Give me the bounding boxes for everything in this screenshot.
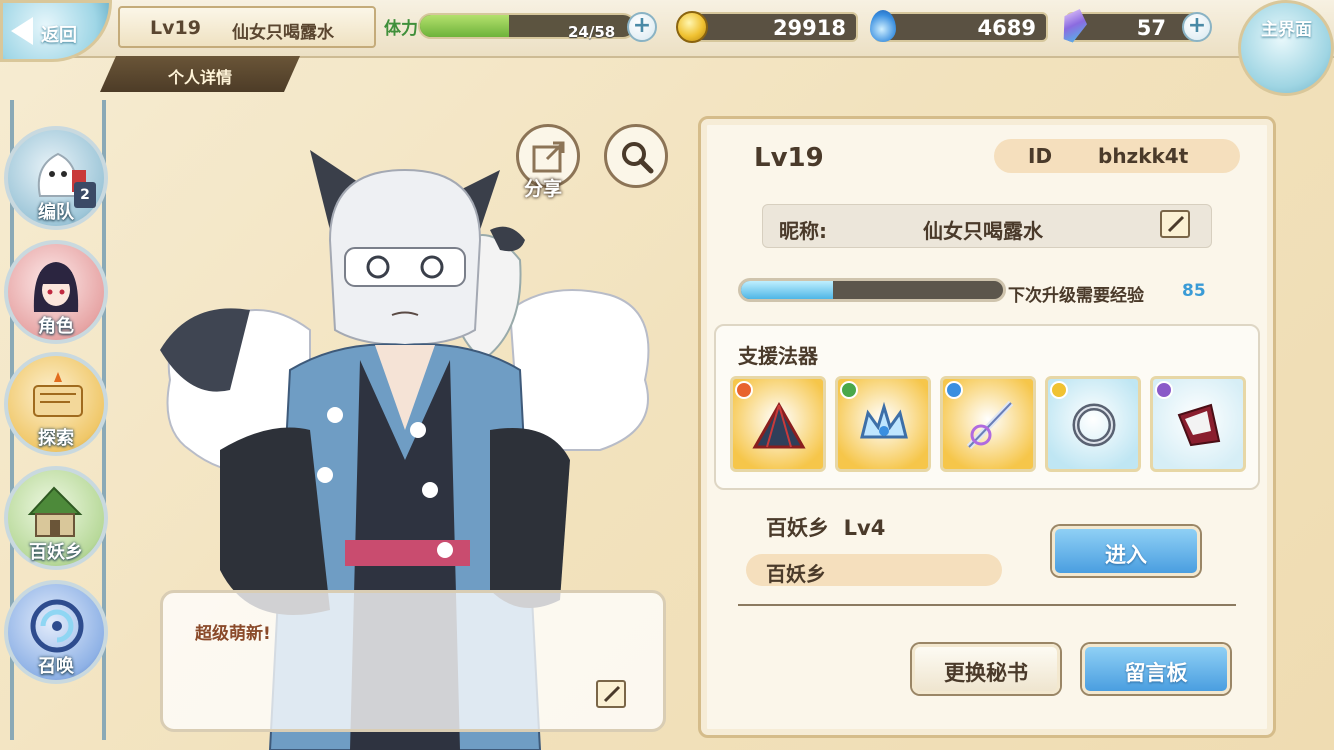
player-plate: Lv19 仙女只喝露水: [118, 6, 376, 48]
nickname-field: 昵称: 仙女只喝露水: [762, 204, 1212, 248]
artifact-slot-fan[interactable]: [730, 376, 826, 472]
panel-divider: [738, 604, 1236, 606]
artifact-slot-sword[interactable]: [940, 376, 1036, 472]
sidebar-item-character[interactable]: 角色: [4, 240, 108, 344]
edit-speech-button[interactable]: [596, 680, 626, 708]
sidebar-item-summon[interactable]: 召唤: [4, 580, 108, 684]
swirl-summon-icon: [30, 599, 84, 653]
crown-icon: [860, 401, 908, 439]
stamina-text: 24/58: [568, 23, 616, 41]
sidebar-item-explore[interactable]: 探索: [4, 352, 108, 456]
change-secretary-button[interactable]: 更换秘书: [912, 644, 1060, 694]
artifact-slot-cloth[interactable]: [1150, 376, 1246, 472]
fan-icon: [752, 401, 806, 449]
nickname-label: 昵称:: [779, 219, 827, 243]
message-board-button[interactable]: 留言板: [1082, 644, 1230, 694]
speech-text: 超级萌新!: [195, 624, 271, 644]
crystal-value: 57: [1136, 16, 1166, 40]
main-menu-button[interactable]: 主界面: [1238, 0, 1334, 96]
edit-nickname-button[interactable]: [1160, 210, 1190, 238]
sidebar-item-label: 百妖乡: [29, 542, 83, 563]
scroll-map-icon: [33, 372, 83, 417]
sidebar-item-label: 编队: [38, 202, 74, 223]
sidebar-item-label: 召唤: [38, 656, 74, 677]
search-icon: [622, 142, 654, 174]
zoom-button[interactable]: [604, 124, 668, 188]
page-subtitle-text: 个人详情: [167, 68, 232, 87]
gold-value: 29918: [772, 16, 846, 40]
village-level: Lv4: [843, 516, 886, 540]
share-label: 分享: [524, 178, 563, 200]
pencil-icon: [1167, 215, 1185, 233]
sword-icon: [966, 400, 1014, 450]
profile-level: Lv19: [754, 143, 824, 173]
id-label: ID: [1028, 144, 1053, 168]
change-secretary-label: 更换秘书: [944, 661, 1028, 685]
character-portrait-icon: [33, 262, 79, 312]
village-title: 百妖乡: [766, 516, 829, 540]
sidebar-item-label: 探索: [38, 428, 74, 449]
cloth-icon: [1177, 403, 1221, 447]
page-subtitle: 个人详情: [100, 56, 300, 92]
share-icon: [532, 141, 565, 173]
stamina-label: 体力: [384, 19, 418, 39]
support-artifacts-title: 支援法器: [738, 344, 818, 368]
id-value: bhzkk4t: [1098, 144, 1189, 168]
pencil-icon: [603, 685, 621, 703]
exp-value: 85: [1182, 281, 1206, 301]
enter-label: 进入: [1105, 543, 1147, 567]
back-arrow-icon: [11, 17, 33, 45]
exp-text: 下次升级需要经验: [1008, 286, 1144, 306]
message-board-label: 留言板: [1124, 661, 1188, 685]
sidebar-item-village[interactable]: 百妖乡: [4, 466, 108, 570]
artifact-slot-ring[interactable]: [1045, 376, 1141, 472]
main-menu-label: 主界面: [1261, 20, 1312, 40]
village-name: 百妖乡: [766, 562, 826, 586]
ring-icon: [1072, 403, 1116, 447]
speech-bubble: 超级萌新!: [160, 590, 666, 732]
enter-village-button[interactable]: 进入: [1052, 526, 1200, 576]
gold-coin-icon: [676, 11, 708, 43]
sidebar-item-label: 角色: [38, 316, 74, 337]
village-info: 百妖乡 Lv4: [766, 512, 885, 542]
player-level: Lv19: [150, 17, 201, 39]
player-name: 仙女只喝露水: [232, 23, 334, 43]
village-name-bar: 百妖乡: [746, 554, 1002, 586]
player-id-pill: ID bhzkk4t: [994, 139, 1240, 173]
spirit-counter: 4689: [874, 12, 1048, 42]
village-house-icon: [27, 486, 83, 537]
sidebar-item-formation[interactable]: 2 编队: [4, 126, 108, 230]
spirit-value: 4689: [977, 16, 1036, 40]
crystal-counter: 57: [1066, 12, 1198, 42]
add-crystal-button[interactable]: +: [1182, 12, 1212, 42]
spirit-drop-icon: [870, 10, 896, 42]
back-label: 返回: [41, 25, 77, 46]
nickname-value: 仙女只喝露水: [923, 219, 1043, 243]
gold-counter: 29918: [688, 12, 858, 42]
exp-progress-bar: [738, 278, 1006, 302]
stamina-fill: [420, 15, 509, 37]
artifact-slot-crown[interactable]: [835, 376, 931, 472]
exp-progress-fill: [741, 281, 833, 299]
add-stamina-button[interactable]: +: [627, 12, 657, 42]
